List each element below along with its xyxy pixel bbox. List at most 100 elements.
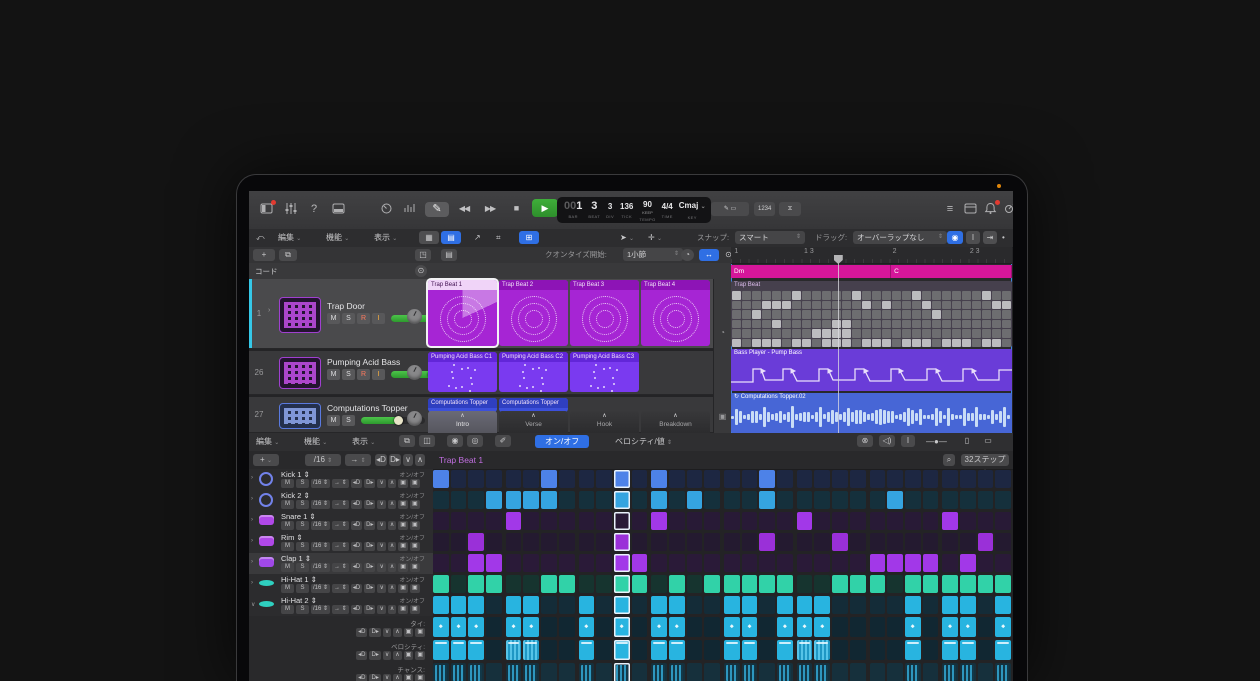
velocity-cell[interactable] [632,640,648,660]
catch-playhead-icon[interactable]: ◉ [947,231,963,244]
step-cell[interactable] [923,533,939,551]
step-cell[interactable] [704,491,720,509]
editor-menu-functions[interactable]: 機能 ⌄ [301,435,330,448]
step-cell[interactable] [559,575,575,593]
row-header[interactable]: ›Snare 1 ⇕オン/オフMS/16 ⇕→ ⇕◂DD▸∨∧▣▣ [249,511,433,533]
step-cell[interactable] [523,554,539,572]
tie-cell[interactable]: ◆ [579,617,595,637]
step-cell[interactable] [995,491,1011,509]
step-cell[interactable] [978,575,994,593]
pan-knob[interactable] [407,411,422,426]
step-cell[interactable] [742,554,758,572]
decrement-icon[interactable]: ∨ [377,584,385,593]
velocity-cell[interactable] [797,640,813,660]
editors-icon[interactable] [329,202,347,217]
increment-icon[interactable]: ∧ [388,500,396,509]
rotate-right-icon[interactable]: D▸ [369,651,380,660]
step-cell[interactable] [832,575,848,593]
phone-view-icon[interactable]: ▯ [961,435,973,447]
reset-icon[interactable]: ▣ [410,584,420,593]
step-cell[interactable] [596,491,612,509]
step-cell[interactable] [923,554,939,572]
add-track-button[interactable]: + [253,249,275,261]
step-cell[interactable] [669,470,685,488]
chance-cell[interactable] [777,663,793,681]
step-cell[interactable] [995,512,1011,530]
playmode-stepper[interactable]: → ⇕ [332,521,349,530]
step-cell[interactable] [596,533,612,551]
step-cell[interactable] [468,554,484,572]
solo-button[interactable]: S [296,563,309,572]
grid-view-button[interactable]: ▦ [419,231,439,244]
editor-menu-edit[interactable]: 編集 ⌄ [253,435,282,448]
add-row-button[interactable]: + ⌄ [253,454,279,466]
step-cell[interactable] [742,575,758,593]
step-cell[interactable] [905,554,921,572]
tie-cell[interactable] [832,617,848,637]
step-cell[interactable] [669,533,685,551]
tie-cell[interactable]: ◆ [468,617,484,637]
tie-cell[interactable]: ◆ [942,617,958,637]
step-cell[interactable] [486,575,502,593]
step-cell[interactable] [870,554,886,572]
step-cell[interactable] [759,470,775,488]
step-cell[interactable] [559,491,575,509]
step-cell[interactable] [887,470,903,488]
chance-cell[interactable] [960,663,976,681]
step-cell[interactable] [523,491,539,509]
rotate-left-icon[interactable]: ◂D [351,542,362,551]
rate-stepper[interactable]: /16 ⇕ [311,542,330,551]
step-cell[interactable] [870,575,886,593]
chance-cell[interactable] [704,663,720,681]
menu-view[interactable]: 表示 ⌄ [371,231,400,244]
chance-cell[interactable] [887,663,903,681]
step-cell[interactable] [451,596,467,614]
velocity-cell[interactable] [832,640,848,660]
step-cell[interactable] [759,512,775,530]
step-cell[interactable] [632,470,648,488]
cell-edit-icon[interactable]: ◳ [415,249,431,261]
step-cell[interactable] [942,533,958,551]
step-cell[interactable] [724,554,740,572]
step-cell[interactable] [759,575,775,593]
step-cell[interactable] [777,575,793,593]
step-cell[interactable] [704,470,720,488]
step-cell[interactable] [850,575,866,593]
tracks-view-button[interactable]: ▤ [441,231,461,244]
reset-icon[interactable]: ▣ [410,563,420,572]
step-cell[interactable] [651,533,667,551]
rotate-right-icon[interactable]: D▸ [369,628,380,637]
step-cell[interactable] [614,575,630,593]
note-out-icon[interactable]: ◎ [467,435,483,447]
velocity-cell[interactable] [942,640,958,660]
step-cell[interactable] [433,596,449,614]
reset-icon[interactable]: ▣ [410,500,420,509]
step-cell[interactable] [468,512,484,530]
velocity-cell[interactable] [523,640,539,660]
chance-cell[interactable] [995,663,1011,681]
tie-cell[interactable]: ◆ [506,617,522,637]
chance-cell[interactable] [523,663,539,681]
step-cell[interactable] [704,533,720,551]
step-cell[interactable] [596,554,612,572]
tie-cell[interactable]: ◆ [797,617,813,637]
rate-stepper[interactable]: /16 ⇕ [311,605,330,614]
step-cell[interactable] [523,575,539,593]
step-cell[interactable] [942,491,958,509]
rotate-right-icon[interactable]: D▸ [364,479,375,488]
step-cell[interactable] [978,491,994,509]
chance-cell[interactable] [759,663,775,681]
chance-cell[interactable] [632,663,648,681]
step-cell[interactable] [669,596,685,614]
stop-cell-icon[interactable]: ▣ [716,411,729,423]
chance-cell[interactable] [923,663,939,681]
step-cell[interactable] [687,554,703,572]
tie-cell[interactable] [887,617,903,637]
step-cell[interactable] [960,491,976,509]
step-cell[interactable] [486,491,502,509]
stop-button[interactable]: ■ [506,200,526,217]
random-icon[interactable]: ▣ [404,628,414,637]
step-cell[interactable] [468,596,484,614]
step-cell[interactable] [541,491,557,509]
tie-cell[interactable] [687,617,703,637]
